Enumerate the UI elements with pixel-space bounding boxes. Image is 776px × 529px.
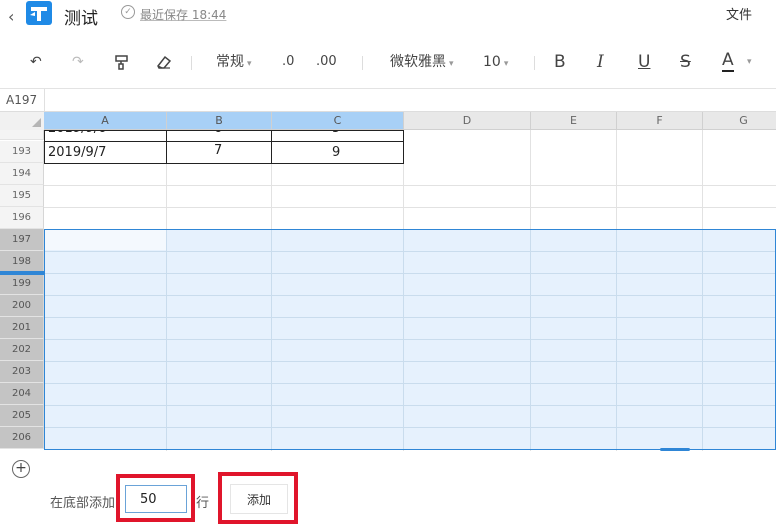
bold-button[interactable]: B — [554, 50, 566, 74]
fill-handle[interactable] — [660, 448, 690, 451]
grid-line — [45, 361, 775, 362]
decimal-decrease-button[interactable]: .0 — [282, 50, 294, 74]
column-header-d[interactable]: D — [404, 112, 531, 130]
decimal-increase-button[interactable]: .00 — [316, 50, 337, 74]
grid-line — [45, 339, 775, 340]
highlight-box-input — [116, 474, 195, 522]
grid-line — [45, 405, 775, 406]
grid-line — [45, 295, 775, 296]
row-header-199[interactable]: 199 — [0, 273, 44, 295]
number-format-select[interactable]: 常规 ▾ — [216, 50, 252, 76]
grid-line — [45, 317, 775, 318]
spreadsheet-grid: A B C D E F G 2019/9/6 6 5 A B C 193 201… — [0, 112, 776, 451]
cell-border — [166, 130, 167, 164]
grid-line — [45, 383, 775, 384]
column-header-e[interactable]: E — [531, 112, 617, 130]
grid-line — [45, 273, 775, 274]
column-header-a[interactable]: A — [44, 112, 167, 130]
caret-down-icon: ▾ — [503, 59, 509, 69]
cell-a193[interactable]: 2019/9/7 — [48, 145, 106, 160]
toolbar-divider — [191, 56, 192, 70]
select-all-corner[interactable] — [0, 112, 45, 131]
font-size-select[interactable]: 10 ▾ — [483, 50, 508, 76]
app-logo-icon — [26, 1, 52, 25]
font-color-button[interactable]: A — [722, 50, 734, 72]
redo-icon[interactable]: ↷ — [72, 50, 84, 74]
saved-check-icon: ✓ — [121, 5, 135, 19]
toolbar-divider — [534, 56, 535, 70]
menu-file[interactable]: 文件 — [726, 4, 752, 23]
grid-line — [45, 251, 775, 252]
row-header-202[interactable]: 202 — [0, 339, 44, 361]
toolbar-divider — [362, 56, 363, 70]
column-header-g[interactable]: G — [703, 112, 776, 130]
row-header-193[interactable]: 193 — [0, 141, 44, 163]
font-size-label: 10 — [483, 54, 501, 70]
font-family-select[interactable]: 微软雅黑 ▾ — [390, 50, 454, 76]
row-header-203[interactable]: 203 — [0, 361, 44, 383]
undo-icon[interactable]: ↶ — [30, 50, 42, 74]
add-sheet-icon[interactable]: + — [12, 460, 30, 478]
column-header-b[interactable]: B — [167, 112, 272, 130]
cell-border — [44, 141, 404, 142]
row-header-195[interactable]: 195 — [0, 185, 44, 207]
back-chevron-icon[interactable]: ‹ — [8, 7, 14, 26]
title-bar: ‹ 测试 ✓ 最近保存 18:44 文件 — [0, 0, 776, 36]
column-header-c[interactable]: C — [272, 112, 404, 130]
caret-down-icon: ▾ — [247, 59, 252, 69]
row-header-205[interactable]: 205 — [0, 405, 44, 427]
caret-down-icon[interactable]: ▾ — [747, 50, 752, 74]
strikethrough-button[interactable]: S — [680, 50, 691, 74]
formula-bar-divider — [44, 89, 45, 111]
underline-button[interactable]: U — [638, 50, 650, 74]
row-header-194[interactable]: 194 — [0, 163, 44, 185]
add-rows-label: 在底部添加 — [50, 496, 116, 511]
toolbar: ↶ ↷ 常规 ▾ .0 .00 微软雅黑 ▾ 10 ▾ B I U S A ▾ — [0, 36, 776, 89]
row-header-206[interactable]: 206 — [0, 427, 44, 449]
grid-line — [44, 185, 776, 186]
cell-reference[interactable]: A197 — [6, 93, 37, 107]
row-header-198[interactable]: 198 — [0, 251, 44, 273]
cell-c193[interactable]: 9 — [332, 145, 340, 160]
row-header-197[interactable]: 197 — [0, 229, 44, 251]
font-family-label: 微软雅黑 — [390, 54, 446, 70]
add-rows-button[interactable]: 添加 — [230, 484, 288, 514]
number-format-label: 常规 — [216, 54, 244, 70]
row-header-201[interactable]: 201 — [0, 317, 44, 339]
eraser-icon[interactable] — [155, 54, 172, 70]
row-header-204[interactable]: 204 — [0, 383, 44, 405]
row-header-partial[interactable] — [0, 130, 44, 140]
cell-b193[interactable]: 7 — [214, 143, 222, 158]
save-status[interactable]: 最近保存 18:44 — [140, 6, 226, 23]
rows-suffix-label: 行 — [196, 496, 210, 511]
document-title[interactable]: 测试 — [64, 4, 98, 29]
row-header-200[interactable]: 200 — [0, 295, 44, 317]
row-header-196[interactable]: 196 — [0, 207, 44, 229]
cell-border — [271, 130, 272, 164]
row-resize-handle[interactable] — [0, 271, 44, 275]
grid-line — [44, 207, 776, 208]
active-cell-a197[interactable] — [45, 230, 166, 250]
caret-down-icon: ▾ — [449, 59, 454, 69]
grid-line — [45, 427, 775, 428]
column-header-f[interactable]: F — [617, 112, 703, 130]
formula-bar: A197 — [0, 89, 776, 112]
italic-button[interactable]: I — [597, 50, 604, 74]
corner-triangle-icon — [32, 118, 41, 127]
format-painter-icon[interactable] — [114, 54, 130, 70]
